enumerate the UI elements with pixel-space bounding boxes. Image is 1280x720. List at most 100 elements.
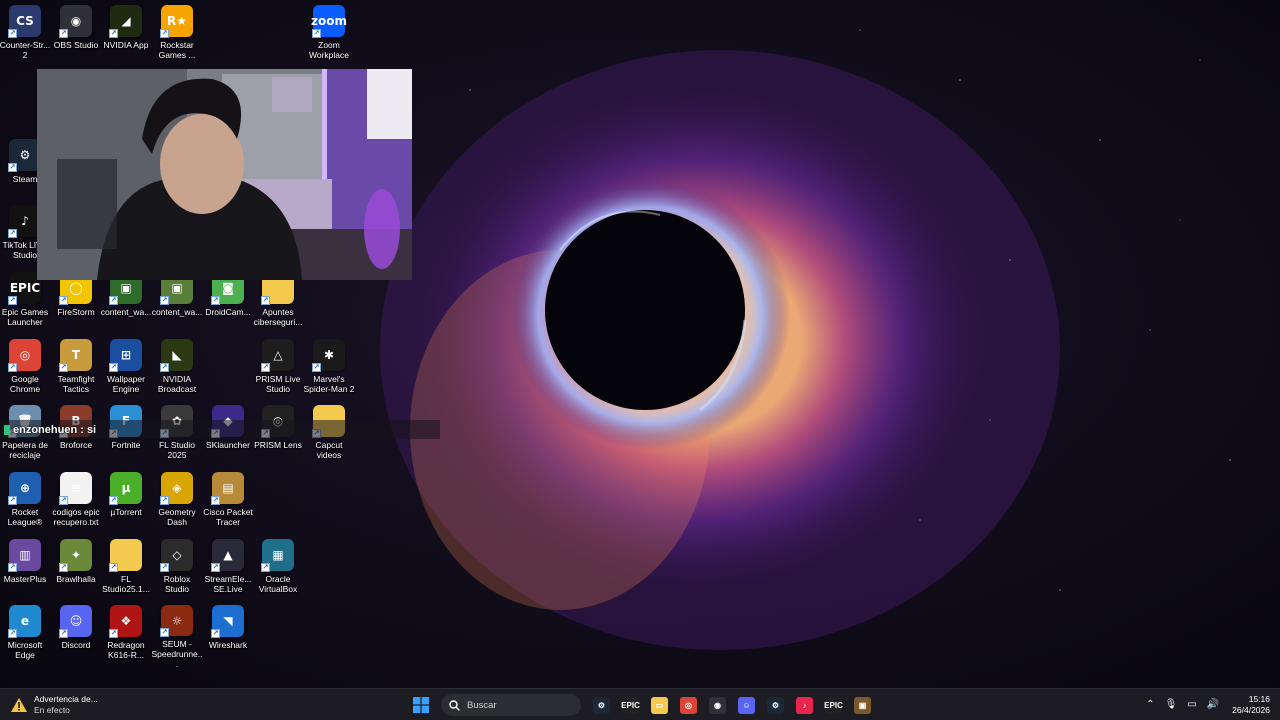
desktop-icon-utorrent[interactable]: µ ↗ µTorrent xyxy=(101,472,151,536)
volume-icon[interactable]: 🔊 xyxy=(1207,699,1219,710)
desktop-icon-label: Redragon K616-R... xyxy=(107,640,145,660)
desktop-icon-wireshark[interactable]: ◥ ↗ Wireshark xyxy=(203,605,253,669)
desktop-icon-content-warning-2[interactable]: ▣ ↗ content_wa... xyxy=(152,272,202,336)
shortcut-arrow-icon: ↗ xyxy=(261,563,270,572)
desktop-icon-rocket-league[interactable]: ⊕ ↗ Rocket League® xyxy=(0,472,50,536)
shortcut-arrow-icon: ↗ xyxy=(59,563,68,572)
shortcut-arrow-icon: ↗ xyxy=(59,629,68,638)
system-tray: ⌃ 🎙 ▭ 🔊 15:16 26/4/2026 xyxy=(1141,689,1280,720)
desktop-icon-rockstar-games[interactable]: R★ ↗ Rockstar Games ... xyxy=(152,5,202,69)
shortcut-arrow-icon: ↗ xyxy=(59,363,68,372)
desktop-icon-label: FireStorm xyxy=(57,307,95,317)
desktop-icon-codigos-epic[interactable]: ≡ ↗ codigos epic recupero.txt xyxy=(51,472,101,536)
google-chrome-icon: ◎ ↗ xyxy=(8,339,41,372)
nvidia-app-icon: ◢ ↗ xyxy=(109,5,142,38)
desktop-icon-droidcam[interactable]: ◙ ↗ DroidCam... xyxy=(203,272,253,336)
desktop-icon-obs-studio[interactable]: ◉ ↗ OBS Studio xyxy=(51,5,101,69)
fl-studio-folder-icon: ↗ xyxy=(109,539,142,572)
desktop-icon-teamfight-tactics[interactable]: T ↗ Teamfight Tactics xyxy=(51,339,101,403)
taskbar: Advertencia de... En efecto Buscar ⚙ EPIC… xyxy=(0,688,1280,720)
desktop-icon-nvidia-app[interactable]: ◢ ↗ NVIDIA App xyxy=(101,5,151,69)
desktop-icon-label: Google Chrome xyxy=(9,374,41,394)
webcam-overlay xyxy=(37,69,412,280)
taskbar-app-steam-2[interactable]: ⚙ xyxy=(763,692,789,718)
shortcut-arrow-icon: ↗ xyxy=(160,628,169,637)
taskbar-app-minecraft[interactable]: ▣ xyxy=(850,692,876,718)
shortcut-arrow-icon: ↗ xyxy=(160,563,169,572)
shortcut-arrow-icon: ↗ xyxy=(211,496,220,505)
clock[interactable]: 15:16 26/4/2026 xyxy=(1232,694,1270,716)
desktop-icon-label: OBS Studio xyxy=(53,40,99,50)
desktop-icon-label: content_wa... xyxy=(100,307,152,317)
desktop-icon-roblox-studio[interactable]: ◇ ↗ Roblox Studio xyxy=(152,539,202,603)
shortcut-arrow-icon: ↗ xyxy=(109,629,118,638)
taskbar-app-steam[interactable]: ⚙ xyxy=(589,692,615,718)
shortcut-arrow-icon: ↗ xyxy=(109,29,118,38)
prism-live-studio-icon: △ ↗ xyxy=(261,339,294,372)
obs-studio-icon: ◉ ↗ xyxy=(59,5,92,38)
desktop-icon-epic-games-launcher[interactable]: EPIC ↗ Epic Games Launcher xyxy=(0,272,50,336)
desktop-icon-seum-speedrunners[interactable]: ☼ ↗ SEUM - Speedrunne... xyxy=(151,605,203,669)
microphone-icon[interactable]: 🎙 xyxy=(1165,699,1178,710)
shortcut-arrow-icon: ↗ xyxy=(8,163,17,172)
clock-date: 26/4/2026 xyxy=(1232,704,1270,715)
shortcut-arrow-icon: ↗ xyxy=(211,563,220,572)
desktop-icon-brawlhalla[interactable]: ✦ ↗ Brawlhalla xyxy=(51,539,101,603)
minecraft-icon: ▣ xyxy=(854,696,871,714)
taskbar-app-obs[interactable]: ◉ xyxy=(705,692,731,718)
marvels-spider-man-2-icon: ✱ ↗ xyxy=(312,339,345,372)
discord-icon: ☺ ↗ xyxy=(59,605,92,638)
desktop-icon-label: Roblox Studio xyxy=(163,574,191,594)
desktop-icon-label: PRISM Live Studio xyxy=(255,374,301,394)
desktop-icon-google-chrome[interactable]: ◎ ↗ Google Chrome xyxy=(0,339,50,403)
taskbar-app-file-explorer[interactable]: ▭ xyxy=(647,692,673,718)
desktop-icon-prism-live-studio[interactable]: △ ↗ PRISM Live Studio xyxy=(253,339,303,403)
taskbar-app-epic-2[interactable]: EPIC xyxy=(821,692,847,718)
obs-icon: ◉ xyxy=(709,696,726,714)
streamelements-live-icon: ▲ ↗ xyxy=(211,539,244,572)
utorrent-icon: µ ↗ xyxy=(109,472,142,505)
desktop-icon-microsoft-edge[interactable]: e ↗ Microsoft Edge xyxy=(0,605,50,669)
desktop-icon-label: Rockstar Games ... xyxy=(158,40,196,60)
tiktok-live-icon: ♪ xyxy=(796,696,813,714)
taskbar-alert[interactable]: Advertencia de... En efecto xyxy=(10,692,98,718)
desktop-icon-wallpaper-engine[interactable]: ⊞ ↗ Wallpaper Engine xyxy=(101,339,151,403)
network-icon[interactable]: ▭ xyxy=(1187,699,1196,710)
shortcut-arrow-icon: ↗ xyxy=(160,29,169,38)
microsoft-edge-icon: e ↗ xyxy=(8,605,41,638)
desktop-icon-discord[interactable]: ☺ ↗ Discord xyxy=(51,605,101,669)
desktop-icon-counter-strike-2[interactable]: CS ↗ Counter-Str... 2 xyxy=(0,5,50,69)
teamfight-tactics-icon: T ↗ xyxy=(59,339,92,372)
shortcut-arrow-icon: ↗ xyxy=(109,496,118,505)
desktop-icon-label: Teamfight Tactics xyxy=(57,374,95,394)
warning-icon xyxy=(11,698,27,712)
brawlhalla-icon: ✦ ↗ xyxy=(59,539,92,572)
shortcut-arrow-icon: ↗ xyxy=(8,363,17,372)
taskbar-search[interactable]: Buscar xyxy=(441,694,581,716)
desktop-icon-content-warning-1[interactable]: ▣ ↗ content_wa... xyxy=(101,272,151,336)
desktop-icon-apuntes-ciberseguridad[interactable]: ↗ Apuntes ciberseguri... xyxy=(253,272,303,336)
taskbar-app-epic-games[interactable]: EPIC xyxy=(618,692,644,718)
shortcut-arrow-icon: ↗ xyxy=(211,296,220,305)
desktop-icon-geometry-dash[interactable]: ◈ ↗ Geometry Dash xyxy=(152,472,202,536)
desktop-icon-marvels-spider-man-2[interactable]: ✱ ↗ Marvel's Spider-Man 2 xyxy=(303,339,355,403)
desktop-icon-zoom-workplace[interactable]: zoom ↗ Zoom Workplace xyxy=(304,5,354,69)
chevron-up-icon[interactable]: ⌃ xyxy=(1146,699,1154,710)
desktop-icon-label: Microsoft Edge xyxy=(7,640,43,660)
desktop-icon-firestorm[interactable]: ◯ ↗ FireStorm xyxy=(51,272,101,336)
desktop-icon-oracle-virtualbox[interactable]: ▦ ↗ Oracle VirtualBox xyxy=(253,539,303,603)
desktop-icon-fl-studio-folder[interactable]: ↗ FL Studio25.1... xyxy=(101,539,151,603)
desktop-icon-masterplus[interactable]: ▥ ↗ MasterPlus xyxy=(0,539,50,603)
start-button[interactable] xyxy=(408,692,434,718)
desktop-icon-cisco-packet-tracer[interactable]: ▤ ↗ Cisco Packet Tracer xyxy=(203,472,253,536)
desktop-icon-streamelements-live[interactable]: ▲ ↗ StreamEle... SE.Live xyxy=(203,539,253,603)
taskbar-app-chrome[interactable]: ◎ xyxy=(676,692,702,718)
desktop-icon-label: Rocket League® xyxy=(7,507,43,527)
desktop-icon-nvidia-broadcast[interactable]: ◣ ↗ NVIDIA Broadcast xyxy=(152,339,202,403)
geometry-dash-icon: ◈ ↗ xyxy=(160,472,193,505)
chat-overlay: enzonehuen : si xyxy=(0,420,440,439)
taskbar-app-discord[interactable]: ☺ xyxy=(734,692,760,718)
search-placeholder: Buscar xyxy=(467,699,497,711)
taskbar-app-tiktok-live[interactable]: ♪ xyxy=(792,692,818,718)
desktop-icon-redragon-k616[interactable]: ❖ ↗ Redragon K616-R... xyxy=(101,605,151,669)
